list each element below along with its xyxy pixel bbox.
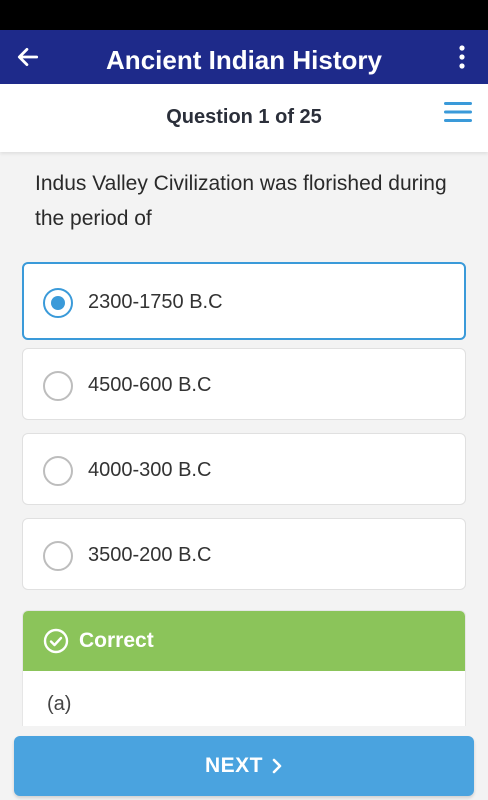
app-bar: Ancient Indian History: [0, 30, 488, 84]
option-c[interactable]: 4000-300 B.C: [22, 433, 466, 505]
status-bar: [0, 0, 488, 30]
bottom-bar: NEXT: [0, 726, 488, 800]
option-label: 3500-200 B.C: [88, 544, 212, 566]
option-label: 4000-300 B.C: [88, 459, 212, 481]
chevron-right-icon: [272, 758, 282, 774]
feedback-title: Correct: [79, 629, 154, 652]
arrow-left-icon: [17, 48, 39, 66]
feedback-header: Correct: [23, 611, 465, 671]
overflow-menu-button[interactable]: [450, 39, 474, 75]
radio-dot: [51, 296, 65, 310]
question-text: Indus Valley Civilization was florished …: [35, 172, 447, 230]
option-label: 4500-600 B.C: [88, 374, 212, 396]
next-label: NEXT: [204, 754, 263, 777]
radio-unchecked-icon: [43, 541, 73, 571]
radio-checked-icon: [43, 288, 73, 318]
app-title: Ancient Indian History: [106, 45, 382, 75]
radio-unchecked-icon: [43, 456, 73, 486]
option-a[interactable]: 2300-1750 B.C: [22, 262, 466, 340]
next-button[interactable]: NEXT: [14, 736, 474, 796]
option-b[interactable]: 4500-600 B.C: [22, 348, 466, 420]
question-list-button[interactable]: [443, 99, 473, 125]
question-header: Question 1 of 25: [0, 84, 488, 152]
list-menu-icon: [444, 102, 472, 122]
radio-unchecked-icon: [43, 371, 73, 401]
answer-feedback-card: Correct (a): [22, 610, 466, 740]
question-counter: Question 1 of 25: [166, 106, 322, 128]
option-label: 2300-1750 B.C: [88, 291, 223, 313]
feedback-answer: (a): [47, 693, 72, 715]
more-vertical-icon: [459, 45, 465, 69]
check-circle-icon: [43, 628, 69, 654]
back-button[interactable]: [10, 39, 46, 75]
option-d[interactable]: 3500-200 B.C: [22, 518, 466, 590]
